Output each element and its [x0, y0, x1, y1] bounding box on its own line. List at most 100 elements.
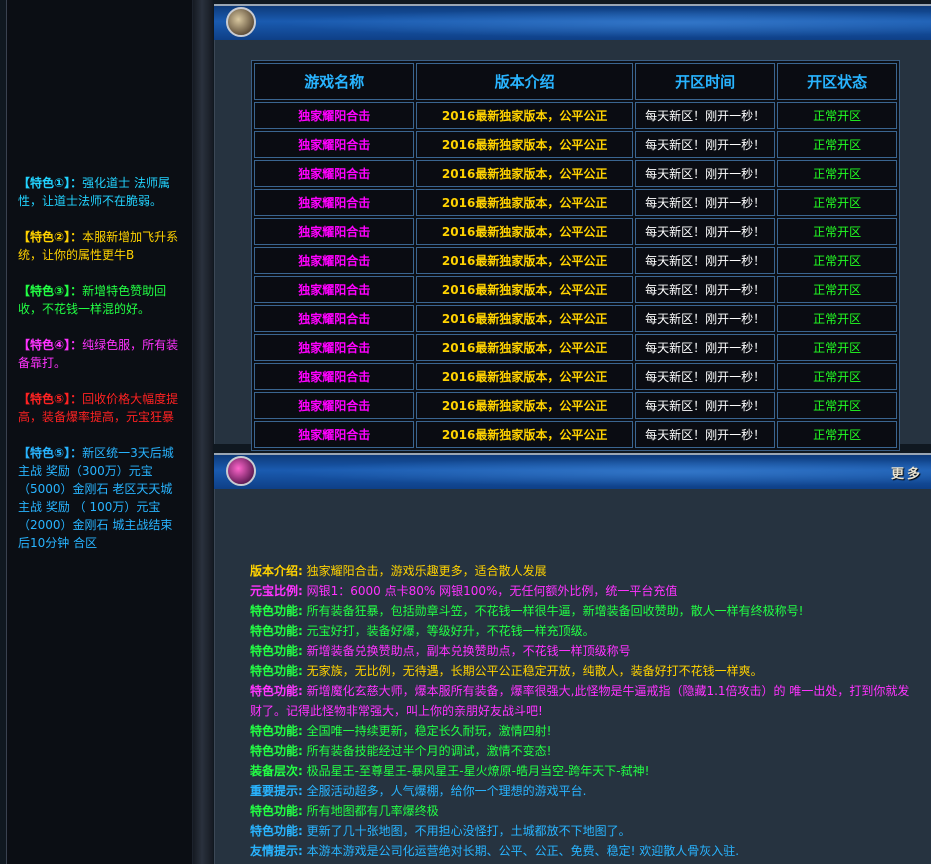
sidebar-divider	[193, 0, 213, 864]
info-label: 特色功能:	[250, 644, 303, 658]
table-row[interactable]: 独家耀阳合击 2016最新独家版本，公平公正 每天新区！刚开一秒！ 正常开区	[254, 102, 897, 129]
table-row[interactable]: 独家耀阳合击 2016最新独家版本，公平公正 每天新区！刚开一秒！ 正常开区	[254, 247, 897, 274]
table-row[interactable]: 独家耀阳合击 2016最新独家版本，公平公正 每天新区！刚开一秒！ 正常开区	[254, 276, 897, 303]
cell-game-name[interactable]: 独家耀阳合击	[254, 276, 415, 303]
info-line: 特色功能: 所有装备技能经过半个月的调试，激情不变态!	[250, 741, 920, 761]
info-label: 特色功能:	[250, 744, 303, 758]
info-label: 特色功能:	[250, 624, 303, 638]
info-line: 版本介绍: 独家耀阳合击，游戏乐趣更多，适合散人发展	[250, 561, 920, 581]
cell-open-time: 每天新区！刚开一秒！	[634, 160, 776, 187]
feature-label: 【特色②】：	[18, 230, 83, 244]
table-row[interactable]: 独家耀阳合击 2016最新独家版本，公平公正 每天新区！刚开一秒！ 正常开区	[254, 305, 897, 332]
cell-game-name[interactable]: 独家耀阳合击	[254, 218, 415, 245]
info-text: 新增装备兑换赞助点，副本兑换赞助点，不花钱一样顶级称号	[306, 644, 631, 658]
cell-version: 2016最新独家版本，公平公正	[416, 421, 633, 448]
table-row[interactable]: 独家耀阳合击 2016最新独家版本，公平公正 每天新区！刚开一秒！ 正常开区	[254, 218, 897, 245]
feature-text: 新区统一3天后城主战 奖励（300万）元宝 （5000）金刚石 老区天天城主战 …	[18, 446, 174, 550]
cell-version: 2016最新独家版本，公平公正	[416, 305, 633, 332]
cell-status: 正常开区	[777, 218, 897, 245]
table-row[interactable]: 独家耀阳合击 2016最新独家版本，公平公正 每天新区！刚开一秒！ 正常开区	[254, 160, 897, 187]
cell-status: 正常开区	[777, 160, 897, 187]
cell-open-time: 每天新区！刚开一秒！	[634, 305, 776, 332]
info-text: 全国唯一持续更新，稳定长久耐玩，激情四射!	[306, 724, 552, 738]
cell-status: 正常开区	[777, 305, 897, 332]
info-label: 特色功能:	[250, 804, 303, 818]
cell-status: 正常开区	[777, 276, 897, 303]
info-text: 新增魔化玄慈大师，爆本服所有装备，爆率很强大,此怪物是牛逼戒指（隐藏1.1倍攻击…	[250, 684, 910, 718]
cell-game-name[interactable]: 独家耀阳合击	[254, 421, 415, 448]
info-label: 版本介绍:	[250, 564, 303, 578]
cell-game-name[interactable]: 独家耀阳合击	[254, 363, 415, 390]
info-line: 特色功能: 更新了几十张地图，不用担心没怪打，土城都放不下地图了。	[250, 821, 920, 841]
cell-status: 正常开区	[777, 131, 897, 158]
feature-item: 【特色⑤】：回收价格大幅度提高，装备爆率提高，元宝狂暴	[18, 390, 183, 426]
info-line: 元宝比例: 网银1：6000 点卡80% 网银100%，无任何额外比例，统一平台…	[250, 581, 920, 601]
cell-game-name[interactable]: 独家耀阳合击	[254, 334, 415, 361]
table-row[interactable]: 独家耀阳合击 2016最新独家版本，公平公正 每天新区！刚开一秒！ 正常开区	[254, 421, 897, 448]
table-row[interactable]: 独家耀阳合击 2016最新独家版本，公平公正 每天新区！刚开一秒！ 正常开区	[254, 189, 897, 216]
cell-version: 2016最新独家版本，公平公正	[416, 276, 633, 303]
cell-open-time: 每天新区！刚开一秒！	[634, 102, 776, 129]
cell-game-name[interactable]: 独家耀阳合击	[254, 131, 415, 158]
feature-list: 【特色①】：强化道士 法师属性，让道士法师不在脆弱。 【特色②】：本服新增加飞升系…	[18, 174, 183, 570]
cell-game-name[interactable]: 独家耀阳合击	[254, 392, 415, 419]
cell-version: 2016最新独家版本，公平公正	[416, 189, 633, 216]
cell-status: 正常开区	[777, 189, 897, 216]
info-text: 极品星王-至尊星王-暴风星王-星火燎原-皓月当空-跨年天下-弑神!	[306, 764, 650, 778]
table-row[interactable]: 独家耀阳合击 2016最新独家版本，公平公正 每天新区！刚开一秒！ 正常开区	[254, 363, 897, 390]
cell-status: 正常开区	[777, 102, 897, 129]
cell-game-name[interactable]: 独家耀阳合击	[254, 305, 415, 332]
info-line: 特色功能: 新增装备兑换赞助点，副本兑换赞助点，不花钱一样顶级称号	[250, 641, 920, 661]
info-line: 重要提示: 全服活动超多，人气爆棚，给你一个理想的游戏平台.	[250, 781, 920, 801]
cell-status: 正常开区	[777, 334, 897, 361]
cell-open-time: 每天新区！刚开一秒！	[634, 218, 776, 245]
cell-version: 2016最新独家版本，公平公正	[416, 102, 633, 129]
feature-label: 【特色①】：	[18, 176, 83, 190]
cell-open-time: 每天新区！刚开一秒！	[634, 131, 776, 158]
feature-item: 【特色②】：本服新增加飞升系统，让你的属性更牛B	[18, 228, 183, 264]
info-label: 友情提示:	[250, 844, 303, 858]
feature-item: 【特色③】：新增特色赞助回收，不花钱一样混的好。	[18, 282, 183, 318]
info-text: 无家族，无比例，无待遇，长期公平公正稳定开放，纯散人，装备好打不花钱一样爽。	[306, 664, 763, 678]
cell-status: 正常开区	[777, 392, 897, 419]
cell-open-time: 每天新区！刚开一秒！	[634, 189, 776, 216]
info-text: 本游本游戏是公司化运营绝对长期、公平、公正、免费、稳定! 欢迎散人骨灰入驻.	[306, 844, 740, 858]
more-link[interactable]: 更多	[891, 463, 923, 482]
col-header-status: 开区状态	[777, 63, 897, 100]
cell-game-name[interactable]: 独家耀阳合击	[254, 189, 415, 216]
table-row[interactable]: 独家耀阳合击 2016最新独家版本，公平公正 每天新区！刚开一秒！ 正常开区	[254, 334, 897, 361]
cell-open-time: 每天新区！刚开一秒！	[634, 392, 776, 419]
col-header-game-name: 游戏名称	[254, 63, 415, 100]
scroll-icon	[226, 7, 256, 37]
cell-open-time: 每天新区！刚开一秒！	[634, 363, 776, 390]
info-text: 网银1：6000 点卡80% 网银100%，无任何额外比例，统一平台充值	[306, 584, 678, 598]
cell-game-name[interactable]: 独家耀阳合击	[254, 160, 415, 187]
info-line: 特色功能: 所有装备狂暴，包括勋章斗笠，不花钱一样很牛逼，新增装备回收赞助，散人…	[250, 601, 920, 621]
info-text: 所有地图都有几率爆终极	[306, 804, 439, 818]
cell-status: 正常开区	[777, 363, 897, 390]
cell-game-name[interactable]: 独家耀阳合击	[254, 102, 415, 129]
table-header-row: 游戏名称 版本介绍 开区时间 开区状态	[254, 63, 897, 100]
info-line: 特色功能: 无家族，无比例，无待遇，长期公平公正稳定开放，纯散人，装备好打不花钱…	[250, 661, 920, 681]
server-list-table: 游戏名称 版本介绍 开区时间 开区状态 独家耀阳合击 2016最新独家版本，公平公…	[251, 60, 900, 451]
cell-game-name[interactable]: 独家耀阳合击	[254, 247, 415, 274]
table-row[interactable]: 独家耀阳合击 2016最新独家版本，公平公正 每天新区！刚开一秒！ 正常开区	[254, 131, 897, 158]
col-header-open-time: 开区时间	[634, 63, 776, 100]
cell-version: 2016最新独家版本，公平公正	[416, 334, 633, 361]
info-line: 特色功能: 新增魔化玄慈大师，爆本服所有装备，爆率很强大,此怪物是牛逼戒指（隐藏…	[250, 681, 920, 721]
cell-version: 2016最新独家版本，公平公正	[416, 160, 633, 187]
info-label: 装备层次:	[250, 764, 303, 778]
feature-item: 【特色①】：强化道士 法师属性，让道士法师不在脆弱。	[18, 174, 183, 210]
info-line: 装备层次: 极品星王-至尊星王-暴风星王-星火燎原-皓月当空-跨年天下-弑神!	[250, 761, 920, 781]
magic-orb-icon	[226, 456, 256, 486]
info-text: 独家耀阳合击，游戏乐趣更多，适合散人发展	[306, 564, 547, 578]
info-text: 更新了几十张地图，不用担心没怪打，土城都放不下地图了。	[306, 824, 631, 838]
info-label: 特色功能:	[250, 684, 303, 698]
cell-open-time: 每天新区！刚开一秒！	[634, 247, 776, 274]
feature-label: 【特色③】：	[18, 284, 83, 298]
cell-version: 2016最新独家版本，公平公正	[416, 218, 633, 245]
cell-version: 2016最新独家版本，公平公正	[416, 363, 633, 390]
info-line: 特色功能: 元宝好打，装备好爆，等级好升，不花钱一样充顶级。	[250, 621, 920, 641]
table-row[interactable]: 独家耀阳合击 2016最新独家版本，公平公正 每天新区！刚开一秒！ 正常开区	[254, 392, 897, 419]
info-text: 元宝好打，装备好爆，等级好升，不花钱一样充顶级。	[306, 624, 595, 638]
